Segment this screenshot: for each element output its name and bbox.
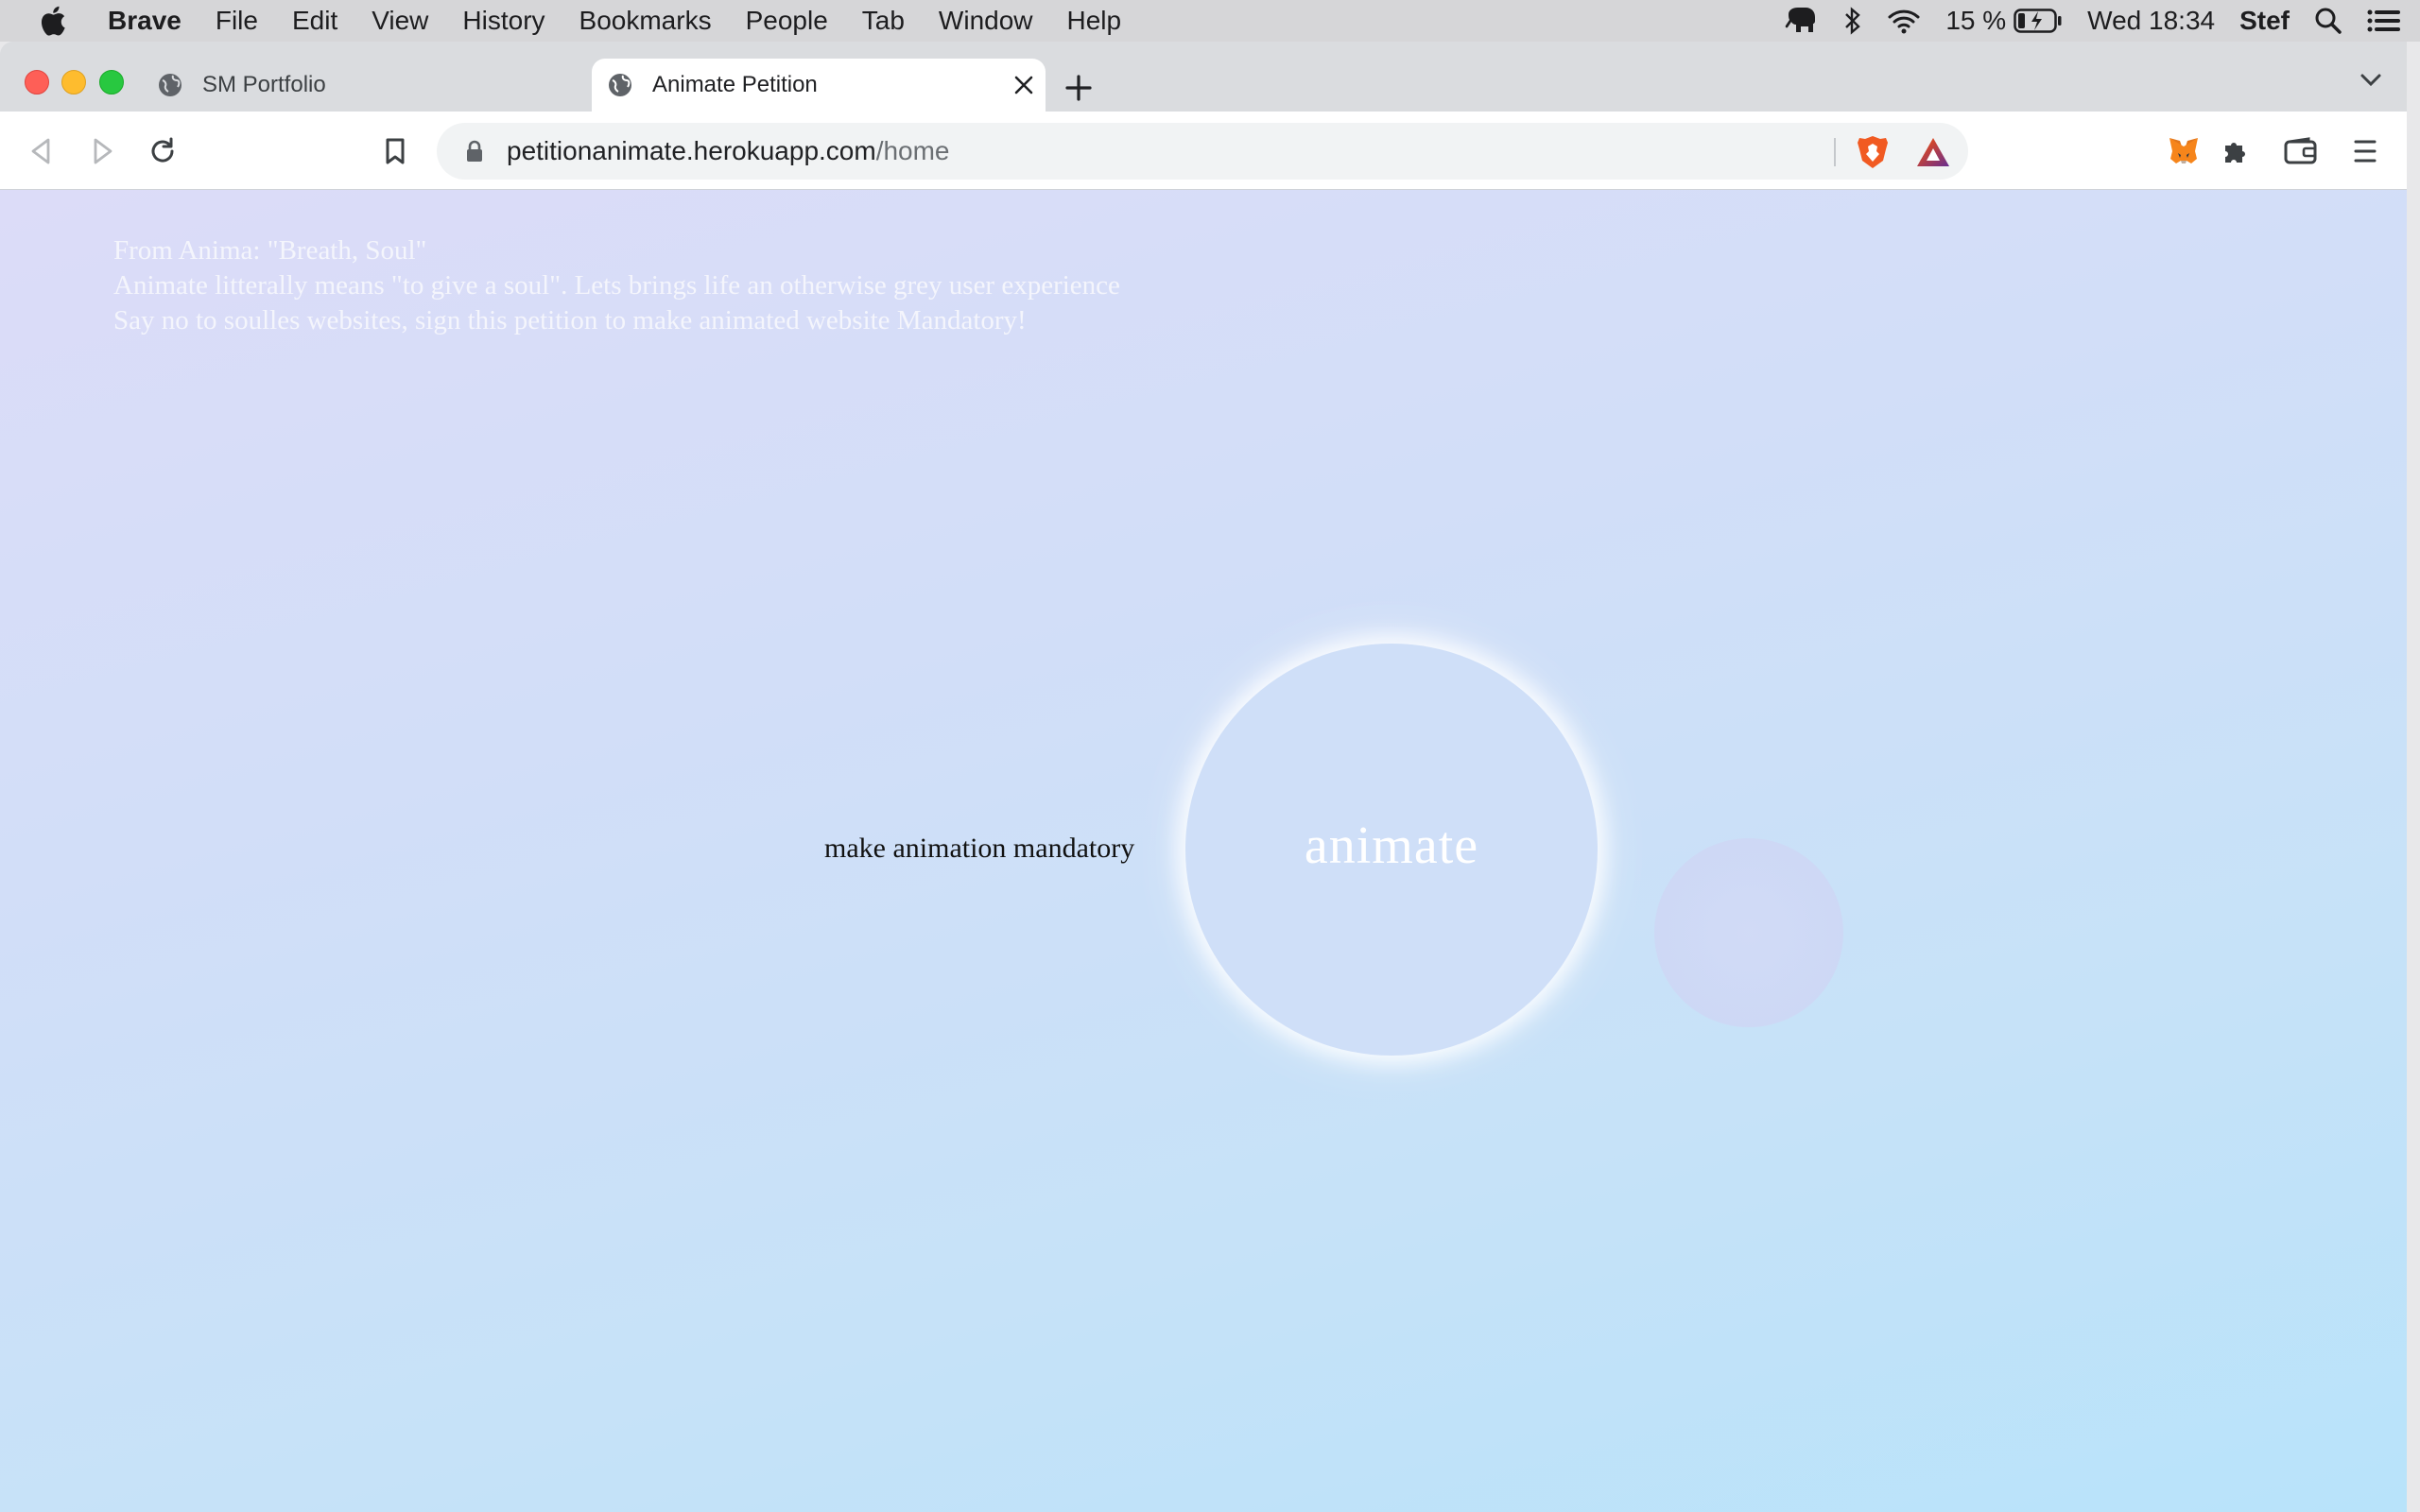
control-center-icon[interactable]	[2367, 9, 2401, 33]
back-arrow-icon	[31, 138, 50, 164]
wallet-button[interactable]	[2282, 132, 2320, 170]
forward-arrow-icon	[94, 138, 112, 164]
battery-percent: 15 %	[1945, 6, 2007, 35]
metamask-fox-icon	[2169, 138, 2198, 163]
menu-clock[interactable]: Wed 18:34	[2087, 6, 2215, 36]
close-tab-icon[interactable]	[1013, 75, 1034, 95]
menu-people[interactable]: People	[729, 6, 845, 36]
intro-text-block: From Anima: "Breath, Soul" Animate litte…	[113, 233, 1120, 338]
forward-button[interactable]	[83, 132, 121, 170]
browser-toolbar: petitionanimate.herokuapp.com/home	[0, 112, 2407, 190]
menu-help[interactable]: Help	[1050, 6, 1139, 36]
metamask-extension-button[interactable]	[2165, 132, 2203, 170]
menu-history[interactable]: History	[445, 6, 562, 36]
intro-line-2: Animate litterally means "to give a soul…	[113, 270, 1120, 301]
menu-tab[interactable]: Tab	[845, 6, 922, 36]
reload-icon	[151, 137, 174, 163]
globe-icon	[609, 74, 631, 96]
menu-view[interactable]: View	[354, 6, 445, 36]
menu-app-name[interactable]: Brave	[96, 6, 199, 36]
minimize-window-button[interactable]	[61, 70, 86, 94]
tab-title: SM Portfolio	[202, 72, 326, 97]
menu-edit[interactable]: Edit	[275, 6, 354, 36]
globe-icon	[159, 74, 182, 96]
url-host: petitionanimate.herokuapp.com	[507, 136, 876, 165]
extensions-button[interactable]	[2218, 132, 2256, 170]
tab-strip: SM Portfolio Animate Petition	[0, 42, 2407, 112]
bluetooth-icon[interactable]	[1843, 7, 1862, 35]
intro-line-3: Say no to soulles websites, sign this pe…	[113, 305, 1027, 335]
bookmark-button[interactable]	[376, 132, 414, 170]
brave-rewards-icon[interactable]	[1915, 136, 1951, 168]
tab-animate-petition[interactable]: Animate Petition	[592, 59, 1046, 112]
menu-user-name[interactable]: Stef	[2239, 6, 2290, 36]
menu-bookmarks[interactable]: Bookmarks	[562, 6, 729, 36]
tab-title: Animate Petition	[652, 72, 818, 97]
battery-charging-icon[interactable]	[2014, 9, 2063, 33]
wallet-icon	[2284, 137, 2317, 164]
url-text[interactable]: petitionanimate.herokuapp.com/home	[507, 136, 950, 166]
animate-button-label: animate	[1304, 816, 1479, 875]
spotlight-search-icon[interactable]	[2314, 7, 2342, 35]
tab-sm-portfolio[interactable]: SM Portfolio	[142, 59, 586, 112]
page-content: From Anima: "Breath, Soul" Animate litte…	[0, 190, 2407, 1512]
back-button[interactable]	[23, 132, 60, 170]
decorative-bubble	[1654, 838, 1843, 1027]
apple-logo-icon[interactable]	[36, 4, 68, 38]
lock-icon[interactable]	[465, 140, 484, 163]
close-window-button[interactable]	[25, 70, 49, 94]
browser-window: SM Portfolio Animate Petition petitionan…	[0, 42, 2407, 1512]
intro-line-1: From Anima: "Breath, Soul"	[113, 235, 427, 266]
cta-label: make animation mandatory	[824, 833, 1135, 864]
omnibox-separator	[1834, 138, 1836, 166]
address-bar[interactable]: petitionanimate.herokuapp.com/home	[437, 123, 1968, 180]
bookmark-icon	[386, 138, 405, 164]
puzzle-piece-icon	[2225, 143, 2245, 163]
wifi-icon[interactable]	[1887, 8, 1921, 34]
menu-file[interactable]: File	[199, 6, 275, 36]
macos-menu-bar: Brave File Edit View History Bookmarks P…	[0, 0, 2420, 42]
url-path: /home	[875, 136, 950, 165]
elephant-icon[interactable]	[1783, 7, 1819, 35]
menu-window[interactable]: Window	[922, 6, 1050, 36]
new-tab-icon[interactable]	[1064, 74, 1093, 102]
zoom-window-button[interactable]	[99, 70, 124, 94]
animate-button[interactable]: animate	[1185, 644, 1598, 1056]
hamburger-menu-icon	[2354, 140, 2377, 163]
brave-shields-icon[interactable]	[1857, 134, 1889, 170]
reload-button[interactable]	[144, 132, 182, 170]
main-menu-button[interactable]	[2346, 132, 2384, 170]
tab-search-chevron-icon[interactable]	[2360, 72, 2382, 87]
